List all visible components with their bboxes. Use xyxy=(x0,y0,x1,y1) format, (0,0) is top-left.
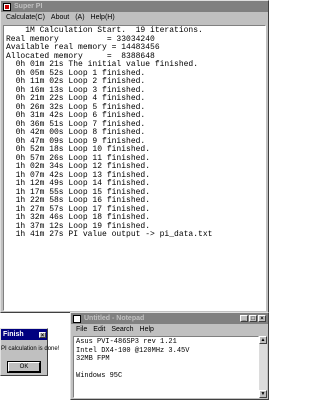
menu-about-accel[interactable]: (A) xyxy=(72,14,87,21)
notepad-line: Windows 95C xyxy=(76,372,123,381)
notepad-title: Untitled - Notepad xyxy=(84,315,145,322)
notepad-titlebar[interactable]: Untitled - Notepad _ □ × xyxy=(71,313,268,324)
notepad-line: Asus PVI-486SP3 rev 1.21 xyxy=(76,338,177,346)
superpi-output-pane: 1M Calculation Start. 19 iterations. Real… xyxy=(3,25,266,311)
finish-message: PI calculation is done! xyxy=(1,346,60,352)
notepad-menubar: File Edit Search Help xyxy=(71,324,268,335)
finish-titlebar[interactable]: Finish × xyxy=(1,329,47,340)
menu-about[interactable]: About xyxy=(48,14,72,21)
superpi-titlebar[interactable]: Super PI xyxy=(1,1,268,12)
notepad-content: Asus PVI-486SP3 rev 1.21 Intel DX4-100 @1… xyxy=(74,337,258,381)
superpi-menubar: Calculate(C) About (A) Help(H) xyxy=(1,12,268,23)
notepad-menu-file[interactable]: File xyxy=(73,326,90,333)
notepad-line: Intel DX4-100 @120MHz 3.45V xyxy=(76,346,190,355)
finish-dialog: Finish × PI calculation is done! OK xyxy=(0,328,60,376)
notepad-menu-edit[interactable]: Edit xyxy=(90,326,108,333)
superpi-window: Super PI Calculate(C) About (A) Help(H) … xyxy=(0,0,269,313)
menu-help[interactable]: Help(H) xyxy=(88,14,118,21)
output-line: 1h 41m 27s PI value output -> pi_data.tx… xyxy=(6,230,213,239)
finish-title: Finish xyxy=(3,331,24,338)
maximize-icon[interactable]: □ xyxy=(249,315,257,322)
notepad-vertical-scrollbar[interactable]: ▲ ▼ xyxy=(259,336,267,398)
superpi-title: Super PI xyxy=(14,3,43,10)
notepad-text-area[interactable]: Asus PVI-486SP3 rev 1.21 Intel DX4-100 @1… xyxy=(73,336,259,398)
scroll-down-icon[interactable]: ▼ xyxy=(259,390,267,398)
notepad-window: Untitled - Notepad _ □ × File Edit Searc… xyxy=(70,312,269,400)
notepad-close-icon[interactable]: × xyxy=(258,315,266,322)
notepad-app-icon xyxy=(73,314,81,323)
notepad-line: 32MB FPM xyxy=(76,355,110,364)
superpi-app-icon xyxy=(3,2,11,11)
notepad-menu-search[interactable]: Search xyxy=(108,326,136,333)
notepad-line xyxy=(76,364,258,373)
scroll-up-icon[interactable]: ▲ xyxy=(259,336,267,344)
menu-calculate[interactable]: Calculate(C) xyxy=(3,14,48,21)
ok-button[interactable]: OK xyxy=(7,361,41,373)
superpi-output-text: 1M Calculation Start. 19 iterations. Real… xyxy=(4,26,265,240)
minimize-icon[interactable]: _ xyxy=(240,315,248,322)
notepad-menu-help[interactable]: Help xyxy=(137,326,157,333)
finish-close-icon[interactable]: × xyxy=(39,331,46,339)
